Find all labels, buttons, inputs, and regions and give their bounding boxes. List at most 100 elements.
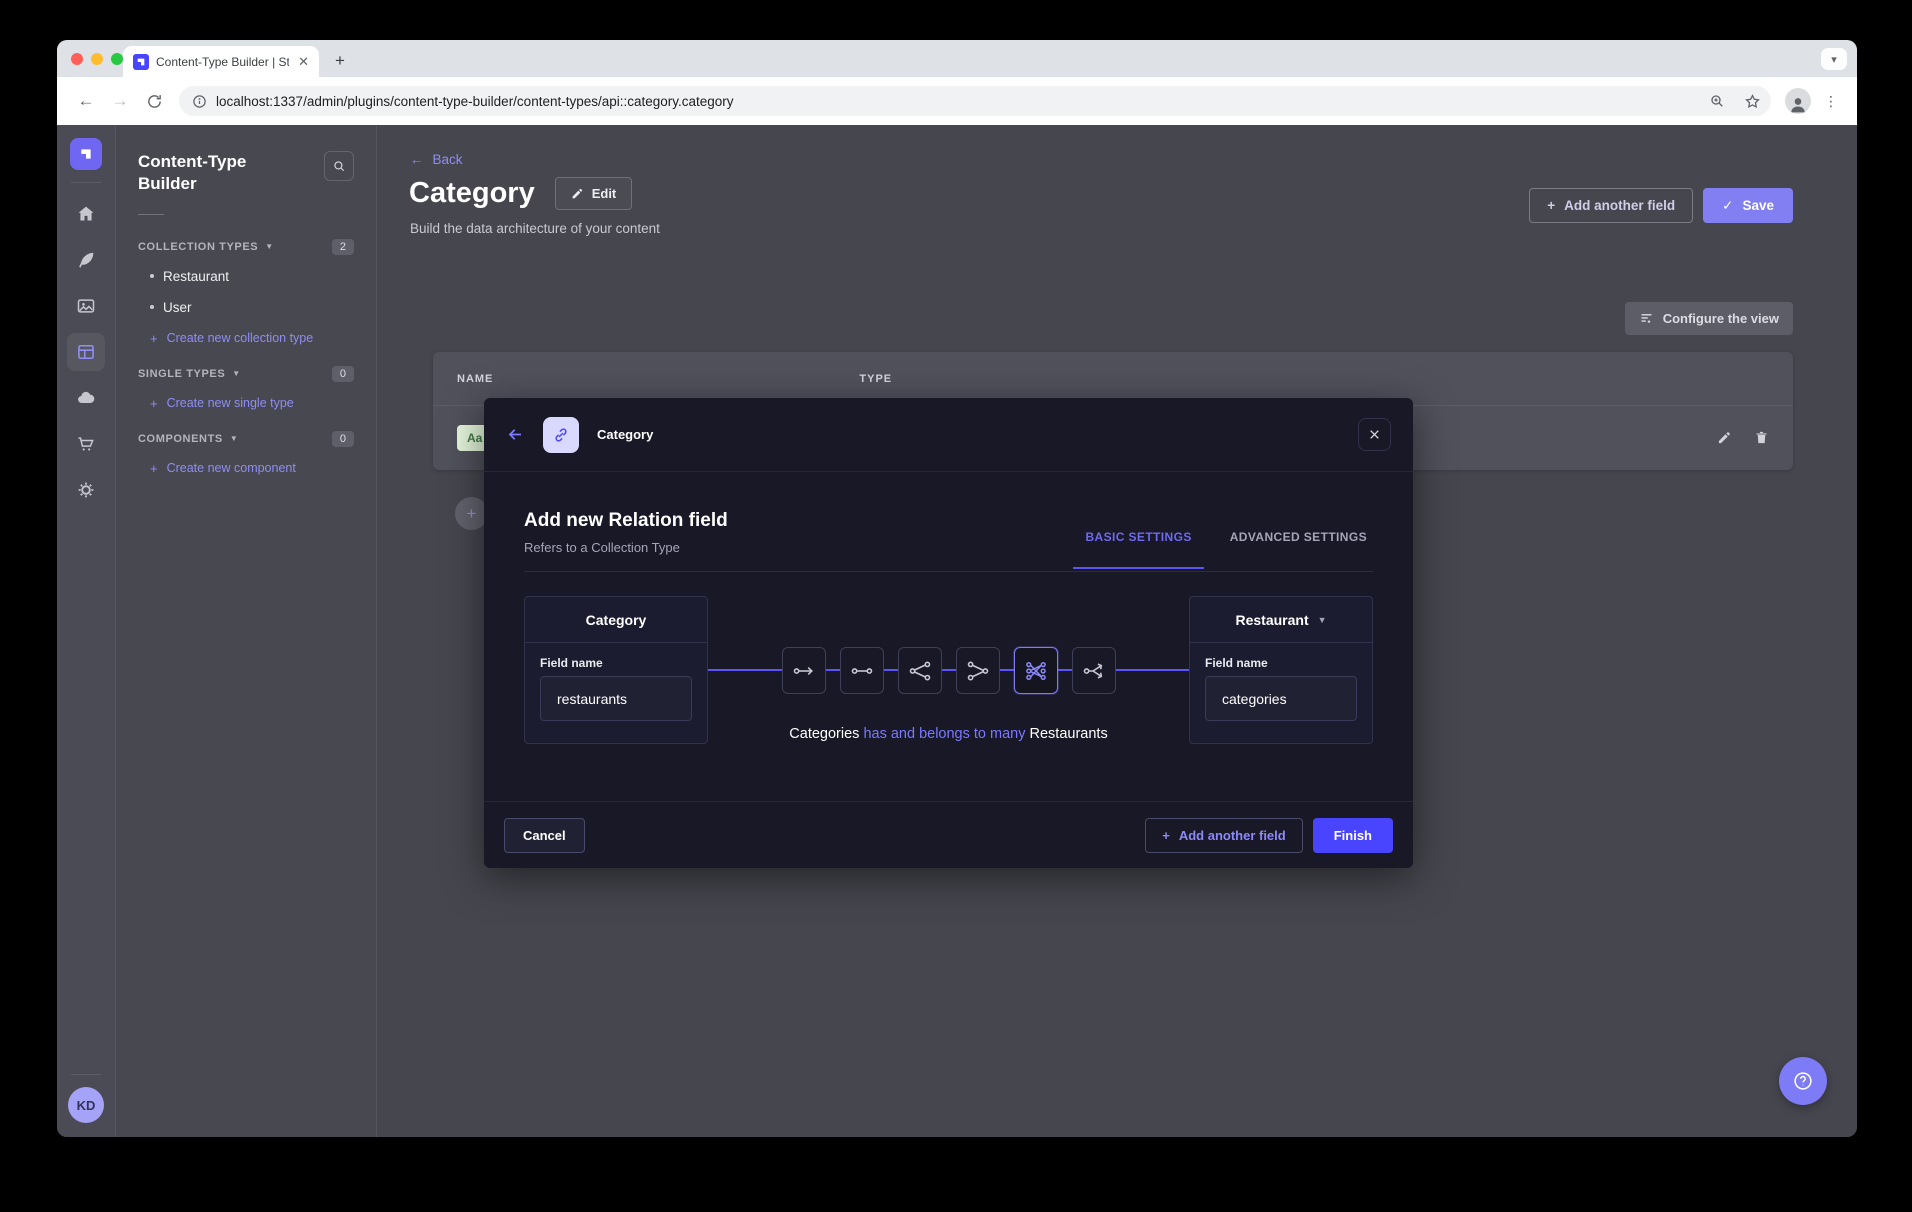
back-label: Back	[433, 152, 463, 167]
sidebar-item-label: User	[163, 300, 192, 315]
user-avatar[interactable]: KD	[68, 1087, 104, 1123]
section-collection-types[interactable]: COLLECTION TYPES ▼ 2	[138, 239, 354, 255]
address-bar[interactable]: localhost:1337/admin/plugins/content-typ…	[179, 86, 1771, 116]
search-icon[interactable]	[324, 151, 354, 181]
relation-many-to-one-icon[interactable]	[956, 647, 1000, 694]
create-collection-type-link[interactable]: + Create new collection type	[138, 323, 354, 356]
sidebar-item-label: Restaurant	[163, 269, 229, 284]
tab-basic-settings[interactable]: BASIC SETTINGS	[1085, 530, 1191, 544]
section-label: SINGLE TYPES	[138, 368, 225, 380]
home-icon[interactable]	[67, 195, 105, 233]
media-library-icon[interactable]	[67, 287, 105, 325]
create-single-type-label: Create new single type	[167, 396, 294, 410]
tab-search-chevron-icon[interactable]: ▾	[1821, 48, 1847, 70]
configure-view-button[interactable]: Configure the view	[1625, 302, 1793, 335]
add-another-field-button[interactable]: + Add another field	[1529, 188, 1693, 223]
nav-divider	[71, 182, 101, 183]
relation-one-to-one-icon[interactable]	[840, 647, 884, 694]
section-label: COMPONENTS	[138, 433, 223, 445]
marketplace-cart-icon[interactable]	[67, 425, 105, 463]
section-components[interactable]: COMPONENTS ▼ 0	[138, 431, 354, 447]
finish-button[interactable]: Finish	[1313, 818, 1393, 853]
create-collection-type-label: Create new collection type	[167, 331, 314, 345]
add-field-label: Add another field	[1564, 198, 1675, 213]
nav-rail: KD	[57, 125, 116, 1137]
browser-forward-icon[interactable]: →	[105, 86, 135, 116]
column-header-name: NAME	[457, 373, 493, 385]
sidebar-divider	[138, 214, 164, 215]
plus-icon: +	[150, 331, 158, 346]
browser-tabstrip: Content-Type Builder | Strapi ✕ + ▾	[57, 40, 1857, 77]
modal-footer: Cancel + Add another field Finish	[484, 801, 1413, 868]
source-field-name-input[interactable]	[540, 676, 692, 721]
tab-title: Content-Type Builder | Strapi	[156, 55, 289, 69]
target-field-label: Field name	[1205, 656, 1357, 670]
chevron-down-icon: ▼	[265, 242, 273, 251]
edit-row-pencil-icon[interactable]	[1717, 430, 1732, 445]
section-single-types[interactable]: SINGLE TYPES ▼ 0	[138, 366, 354, 382]
modal-add-another-field-button[interactable]: + Add another field	[1145, 818, 1302, 853]
browser-tab[interactable]: Content-Type Builder | Strapi ✕	[123, 46, 319, 77]
browser-back-icon[interactable]: ←	[71, 86, 101, 116]
site-info-icon[interactable]	[192, 94, 207, 109]
edit-button[interactable]: Edit	[555, 177, 633, 210]
sentence-source: Categories	[789, 726, 859, 742]
save-button[interactable]: ✓ Save	[1703, 188, 1793, 223]
browser-menu-icon[interactable]: ⋮	[1819, 93, 1843, 110]
delete-row-trash-icon[interactable]	[1754, 430, 1769, 445]
settings-gear-icon[interactable]	[67, 471, 105, 509]
nav-divider	[71, 1074, 101, 1075]
target-type-box: Restaurant ▼ Field name	[1189, 596, 1373, 744]
filter-list-icon	[1639, 311, 1654, 326]
cancel-button[interactable]: Cancel	[504, 818, 585, 853]
traffic-lights	[71, 53, 123, 65]
target-type-select[interactable]: Restaurant ▼	[1190, 597, 1372, 643]
chevron-down-icon: ▼	[1318, 615, 1327, 625]
save-label: Save	[1742, 198, 1774, 213]
modal-subtitle: Refers to a Collection Type	[524, 540, 728, 555]
tab-close-icon[interactable]: ✕	[296, 53, 311, 70]
bullet-icon	[150, 305, 154, 309]
bullet-icon	[150, 274, 154, 278]
back-link[interactable]: ← Back	[410, 152, 463, 167]
relation-link-icon	[543, 417, 579, 453]
content-type-builder-icon[interactable]	[67, 333, 105, 371]
minimize-window-button[interactable]	[91, 53, 103, 65]
create-component-label: Create new component	[167, 461, 296, 475]
back-arrow-icon: ←	[410, 152, 424, 167]
sentence-relation: has and belongs to many	[863, 726, 1025, 742]
bookmark-star-icon[interactable]	[1739, 88, 1765, 114]
maximize-window-button[interactable]	[111, 53, 123, 65]
browser-reload-icon[interactable]	[139, 86, 169, 116]
check-icon: ✓	[1722, 198, 1733, 214]
create-component-link[interactable]: + Create new component	[138, 453, 354, 486]
count-badge: 2	[332, 239, 354, 255]
close-icon[interactable]	[1358, 418, 1391, 451]
target-field-name-input[interactable]	[1205, 676, 1357, 721]
browser-window: Content-Type Builder | Strapi ✕ + ▾ ← → …	[57, 40, 1857, 1137]
cloud-icon[interactable]	[67, 379, 105, 417]
help-button[interactable]	[1779, 1057, 1827, 1105]
close-window-button[interactable]	[71, 53, 83, 65]
modal-back-arrow-icon[interactable]	[506, 425, 525, 444]
zoom-page-icon[interactable]	[1704, 88, 1730, 114]
sidebar-item-restaurant[interactable]: Restaurant	[138, 261, 354, 292]
browser-profile-avatar[interactable]	[1785, 88, 1811, 114]
plus-icon: +	[1547, 198, 1555, 213]
relation-many-to-many-icon[interactable]	[1014, 647, 1058, 694]
relation-one-way-icon[interactable]	[782, 647, 826, 694]
relation-many-way-icon[interactable]	[1072, 647, 1116, 694]
source-type-box: Category Field name	[524, 596, 708, 744]
strapi-logo-icon[interactable]	[70, 138, 102, 170]
sidebar-item-user[interactable]: User	[138, 292, 354, 323]
tab-advanced-settings[interactable]: ADVANCED SETTINGS	[1230, 530, 1367, 544]
modal-body: Add new Relation field Refers to a Colle…	[484, 472, 1413, 801]
new-tab-button[interactable]: +	[327, 48, 353, 74]
relation-one-to-many-icon[interactable]	[898, 647, 942, 694]
edit-label: Edit	[592, 186, 617, 201]
create-single-type-link[interactable]: + Create new single type	[138, 388, 354, 421]
ctb-sidebar: Content-Type Builder COLLECTION TYPES ▼ …	[116, 125, 377, 1137]
source-type-title: Category	[525, 597, 707, 643]
page-title: Category	[409, 177, 535, 210]
content-manager-feather-icon[interactable]	[67, 241, 105, 279]
